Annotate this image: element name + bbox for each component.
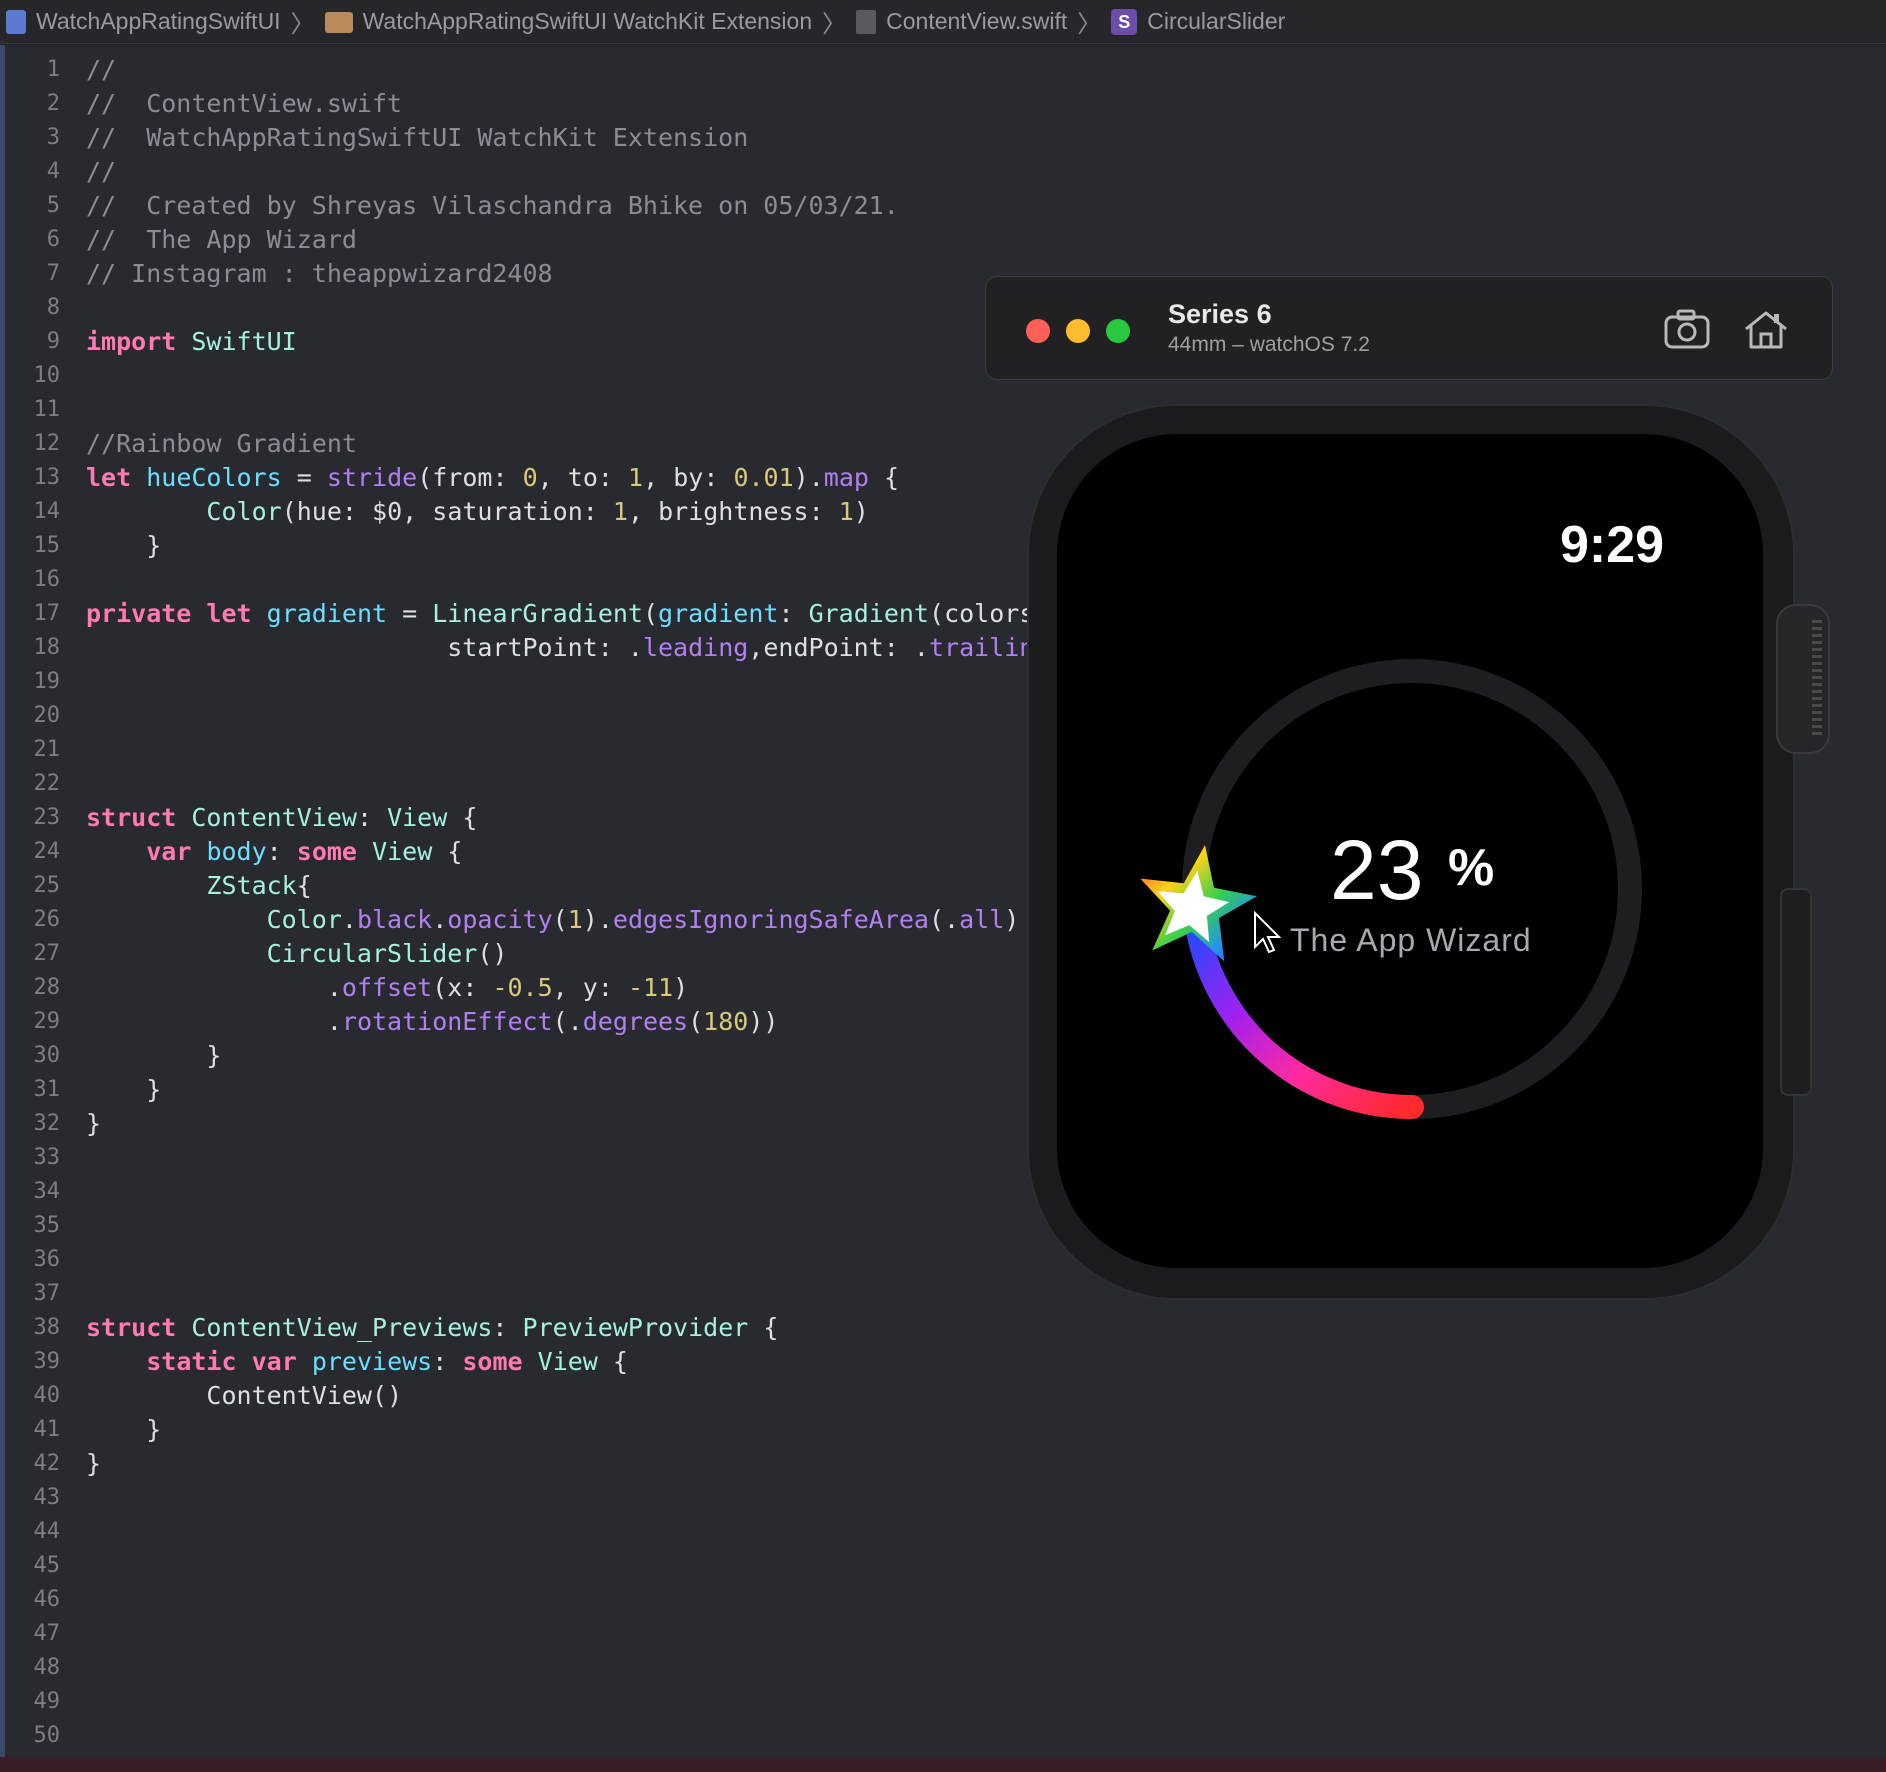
watch-time: 9:29	[1560, 516, 1665, 574]
rating-percent-sign: %	[1448, 839, 1495, 897]
circular-slider[interactable]	[0, 0, 1886, 1772]
rating-percent-value: 23	[1330, 823, 1424, 917]
mouse-cursor-icon	[1254, 910, 1282, 954]
watch-caption: The App Wizard	[1290, 922, 1532, 958]
